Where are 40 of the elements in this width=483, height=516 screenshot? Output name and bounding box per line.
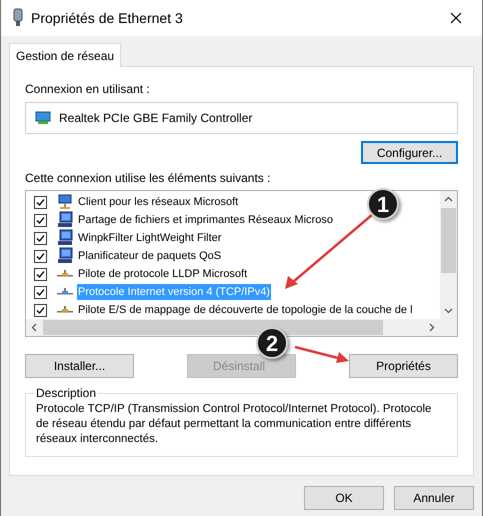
list-item[interactable]: Pilote de protocole LLDP Microsoft: [77, 266, 248, 282]
dialog-button[interactable]: Annuler: [394, 486, 474, 510]
checkbox[interactable]: [34, 214, 47, 226]
close-icon[interactable]: [450, 12, 462, 24]
tab[interactable]: Gestion de réseau: [9, 43, 122, 67]
list-item[interactable]: Partage de fichiers et imprimantes Réseaux Microso: [77, 212, 334, 228]
computer-icon: [57, 247, 73, 265]
adapter-name: Realtek PCIe GBE Family Controller: [59, 110, 252, 127]
annotation-arrow: [293, 345, 351, 365]
scroll-thumb[interactable]: [441, 208, 456, 273]
dialog-button[interactable]: OK: [304, 486, 384, 510]
list-item[interactable]: WinpkFilter LightWeight Filter: [77, 230, 222, 246]
list-item[interactable]: Pilote E/S de mappage de découverte de topologie de la couche de l: [77, 302, 414, 318]
horizontal-scrollbar[interactable]: [26, 319, 457, 336]
description-title: Description: [35, 385, 98, 402]
items-label: Cette connexion utilise les éléments suivants :: [25, 170, 272, 187]
vertical-scrollbar[interactable]: [440, 191, 457, 319]
description-text: Protocole TCP/IP (Transmission Control Protocol/Internet Protocol). Protocole de réseau étendu par défaut permettant la communication entre différents réseaux interconnectés.: [36, 402, 432, 447]
computer-icon: [57, 211, 73, 229]
window-title: Propriétés de Ethernet 3: [31, 8, 184, 28]
network-adapter-icon: [35, 110, 51, 126]
connection-label: Connexion en utilisant :: [25, 81, 151, 98]
checkbox[interactable]: [34, 268, 47, 280]
protocol-icon: [57, 305, 73, 315]
protocol-icon: [57, 269, 73, 279]
action-button[interactable]: Installer...: [25, 354, 134, 378]
configure-button[interactable]: Configurer...: [361, 141, 458, 164]
protocol-icon: [57, 287, 73, 297]
checkbox[interactable]: [34, 250, 47, 262]
ethernet-plug-icon: [13, 8, 23, 28]
action-button[interactable]: Propriétés: [349, 354, 458, 378]
checkbox[interactable]: [34, 304, 47, 316]
checkbox[interactable]: [34, 196, 47, 208]
computer-icon: [57, 229, 73, 247]
list-item[interactable]: Client pour les réseaux Microsoft: [77, 194, 240, 210]
scroll-thumb[interactable]: [43, 320, 383, 335]
list-item[interactable]: Planificateur de paquets QoS: [77, 248, 222, 264]
checkbox[interactable]: [34, 232, 47, 244]
checkbox[interactable]: [34, 286, 47, 298]
network-client-icon: [57, 194, 73, 210]
